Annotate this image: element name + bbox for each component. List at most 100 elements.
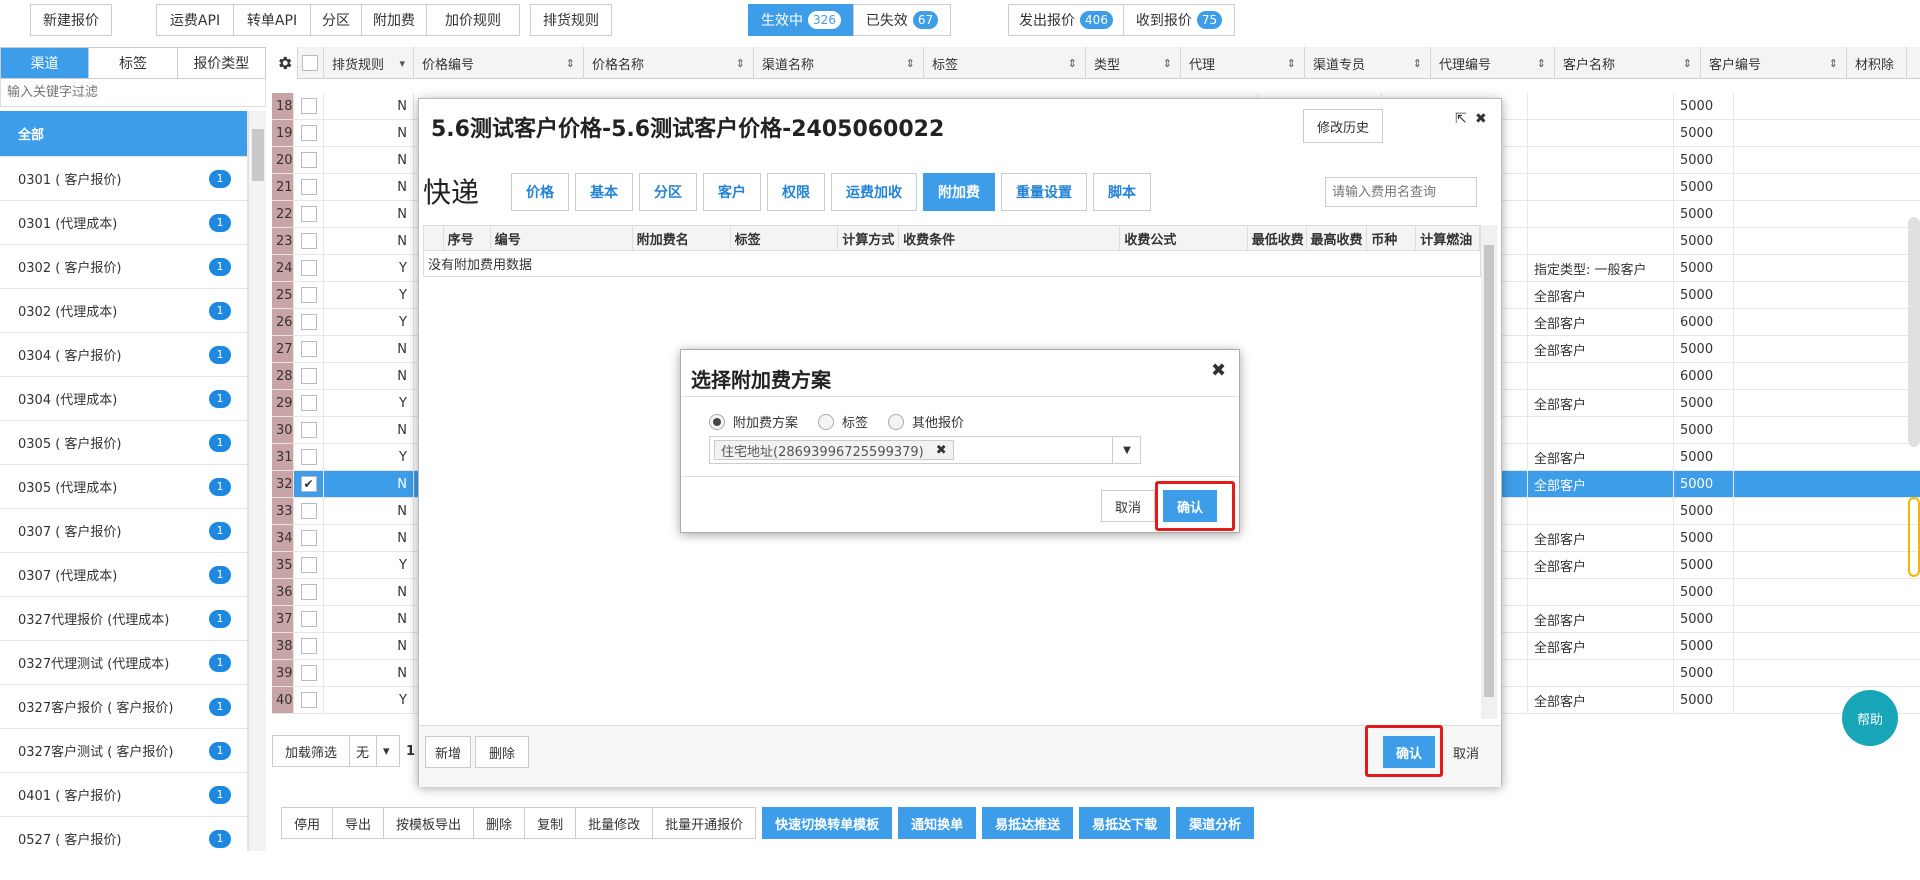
row-checkbox-cell[interactable] — [294, 174, 324, 200]
row-checkbox[interactable] — [300, 692, 317, 708]
modal-close-icon[interactable]: ✖ — [1211, 360, 1226, 381]
row-checkbox[interactable] — [300, 584, 317, 600]
grid-column-header[interactable]: 最高收费 — [1307, 226, 1368, 250]
active-segment[interactable]: 生效中 326 — [748, 4, 854, 36]
freight-api-button[interactable]: 运费API — [156, 4, 234, 36]
fee-search-input[interactable] — [1325, 177, 1477, 207]
action-button[interactable]: 批量修改 — [575, 807, 654, 839]
row-checkbox-cell[interactable]: ✔ — [294, 471, 324, 497]
transfer-api-button[interactable]: 转单API — [233, 4, 311, 36]
grid-column-header[interactable]: 收费条件 — [899, 226, 1121, 250]
tab-3[interactable]: 客户 — [703, 173, 761, 211]
row-checkbox-cell[interactable] — [294, 309, 324, 335]
list-item[interactable]: 0307 (代理成本) 1 — [0, 553, 248, 597]
row-checkbox-cell[interactable] — [294, 363, 324, 389]
row-checkbox[interactable] — [300, 179, 317, 195]
row-checkbox[interactable] — [300, 260, 317, 276]
action-button-primary[interactable]: 易抵达推送 — [982, 807, 1074, 839]
grid-column-header[interactable]: 计算方式 — [838, 226, 900, 250]
row-checkbox[interactable] — [300, 557, 317, 573]
list-item[interactable]: 0401 ( 客户报价) 1 — [0, 773, 248, 817]
row-checkbox-cell[interactable] — [294, 525, 324, 551]
load-filter-button[interactable]: 加载筛选 — [272, 735, 351, 767]
column-header[interactable]: 材积除 — [1847, 47, 1907, 79]
radio-label[interactable] — [818, 413, 835, 430]
sort-icon[interactable]: ⇕ — [736, 57, 745, 70]
row-checkbox-cell[interactable] — [294, 687, 324, 713]
tab-5[interactable]: 运费加收 — [831, 173, 917, 211]
sort-icon[interactable]: ⇕ — [1163, 57, 1172, 70]
column-header[interactable]: 标签 ⇕ — [924, 47, 1086, 79]
settings-gear-icon[interactable] — [272, 47, 298, 79]
row-checkbox-cell[interactable] — [294, 660, 324, 686]
sort-icon[interactable]: ⇕ — [1683, 57, 1692, 70]
row-checkbox[interactable] — [300, 503, 317, 519]
column-header[interactable]: 客户编号 ⇕ — [1701, 47, 1847, 79]
list-item[interactable]: 0527 ( 客户报价) 1 — [0, 817, 248, 851]
list-item[interactable]: 0305 (代理成本) 1 — [0, 465, 248, 509]
action-button[interactable]: 按模板导出 — [383, 807, 475, 839]
action-button[interactable]: 批量开通报价 — [652, 807, 757, 839]
scrollbar-thumb[interactable] — [1484, 245, 1494, 697]
grid-column-header[interactable]: 计算燃油 — [1416, 226, 1480, 250]
row-checkbox[interactable] — [300, 422, 317, 438]
column-header[interactable]: 客户名称 ⇕ — [1555, 47, 1701, 79]
add-button[interactable]: 新增 — [425, 736, 471, 768]
row-checkbox[interactable] — [300, 206, 317, 222]
sent-quotes-segment[interactable]: 发出报价 406 — [1008, 4, 1124, 36]
row-checkbox-cell[interactable] — [294, 147, 324, 173]
column-header[interactable]: 渠道名称 ⇕ — [754, 47, 924, 79]
row-checkbox-cell[interactable] — [294, 282, 324, 308]
scrollbar-thumb[interactable] — [252, 129, 264, 181]
delete-button[interactable]: 删除 — [475, 736, 529, 768]
grid-column-header[interactable]: 标签 — [731, 226, 839, 250]
select-all-checkbox[interactable] — [298, 47, 324, 79]
column-header[interactable]: 渠道专员 ⇕ — [1305, 47, 1431, 79]
none-select-dropdown-icon[interactable]: ▾ — [376, 735, 401, 767]
dialog-cancel-button[interactable]: 取消 — [1441, 736, 1491, 768]
remove-tag-icon[interactable]: ✖ — [936, 443, 947, 458]
tab-7[interactable]: 重量设置 — [1001, 173, 1087, 211]
close-icon[interactable]: ✖ — [1475, 111, 1487, 127]
list-item[interactable]: 0327客户报价 ( 客户报价) 1 — [0, 685, 248, 729]
channel-list-scrollbar[interactable] — [248, 111, 266, 851]
column-header[interactable]: 价格编号 ⇕ — [414, 47, 584, 79]
popout-icon[interactable]: ⇱ — [1455, 111, 1467, 127]
row-checkbox-cell[interactable] — [294, 255, 324, 281]
help-button[interactable]: 帮助 — [1842, 690, 1898, 746]
row-checkbox[interactable] — [300, 395, 317, 411]
history-button[interactable]: 修改历史 — [1303, 109, 1383, 143]
grid-column-header[interactable]: 序号 — [444, 226, 491, 250]
radio-surcharge-plan[interactable] — [709, 413, 725, 430]
expired-segment[interactable]: 已失效 67 — [853, 4, 951, 36]
list-item[interactable]: 0327客户测试 ( 客户报价) 1 — [0, 729, 248, 773]
grid-column-header[interactable]: 附加费名 — [633, 226, 731, 250]
tab-1[interactable]: 基本 — [575, 173, 633, 211]
row-checkbox-cell[interactable] — [294, 444, 324, 470]
list-item[interactable]: 0302 (代理成本) 1 — [0, 289, 248, 333]
sort-icon[interactable]: ⇕ — [566, 57, 575, 70]
table-scrollbar[interactable] — [1908, 217, 1920, 447]
column-header[interactable]: 排货规则 ▾ — [324, 47, 414, 79]
list-item[interactable]: 0327代理报价 (代理成本) 1 — [0, 597, 248, 641]
row-checkbox[interactable] — [300, 152, 317, 168]
action-button[interactable]: 复制 — [524, 807, 577, 839]
tab-4[interactable]: 权限 — [767, 173, 825, 211]
row-checkbox[interactable]: ✔ — [300, 476, 317, 492]
new-quote-button[interactable]: 新建报价 — [30, 4, 112, 36]
sort-icon[interactable]: ⇕ — [1068, 57, 1077, 70]
sort-icon[interactable]: ▾ — [399, 57, 405, 70]
sort-icon[interactable]: ⇕ — [1413, 57, 1422, 70]
sort-icon[interactable]: ⇕ — [1287, 57, 1296, 70]
grid-column-header[interactable]: 币种 — [1367, 226, 1417, 250]
action-button[interactable]: 停用 — [281, 807, 334, 839]
sort-icon[interactable]: ⇕ — [1537, 57, 1546, 70]
action-button-primary[interactable]: 渠道分析 — [1176, 807, 1255, 839]
tab-6[interactable]: 附加费 — [923, 173, 995, 211]
received-quotes-segment[interactable]: 收到报价 75 — [1123, 4, 1235, 36]
surcharge-grid-scrollbar[interactable] — [1481, 225, 1497, 719]
markup-rule-button[interactable]: 加价规则 — [426, 4, 520, 36]
row-checkbox-cell[interactable] — [294, 120, 324, 146]
grid-column-header[interactable]: 收费公式 — [1120, 226, 1248, 250]
tab-8[interactable]: 脚本 — [1093, 173, 1151, 211]
